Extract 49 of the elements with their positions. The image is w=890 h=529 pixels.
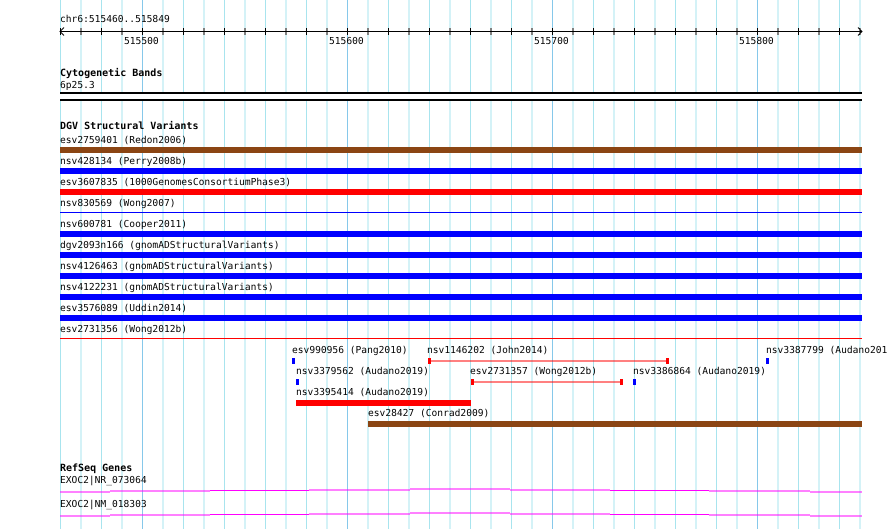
variant-line[interactable] [60,338,862,339]
variant-bar[interactable] [60,168,862,174]
variant-label[interactable]: esv2759401 (Redon2006) [60,135,862,147]
variant-label[interactable]: nsv3386864 (Audano2019) [633,366,766,378]
variant-label[interactable]: nsv3387799 (Audano201 [766,345,888,357]
variant-label[interactable]: esv3576089 (Uddin2014) [60,303,862,315]
location-label: chr6:515460..515849 [60,14,171,26]
track-title: RefSeq Genes [60,463,134,475]
variant-bar[interactable] [60,252,862,258]
variant-label[interactable]: dgv2093n166 (gnomADStructuralVariants) [60,240,862,252]
variant-interval[interactable] [471,379,623,385]
gene-label[interactable]: EXOC2|NM_018303 [60,499,862,511]
variant-label[interactable]: esv3607835 (1000GenomesConsortiumPhase3) [60,177,862,189]
track-title: Cytogenetic Bands [60,68,164,80]
variant-bar[interactable] [60,273,862,279]
variant-label[interactable]: nsv3395414 (Audano2019) [296,387,429,399]
variant-label[interactable]: nsv3379562 (Audano2019) [296,366,429,378]
variant-label[interactable]: esv2731356 (Wong2012b) [60,324,862,336]
variant-label[interactable]: esv990956 (Pang2010) [292,345,408,357]
band-label: 6p25.3 [60,80,96,92]
variant-marker[interactable] [296,379,299,385]
tick-label: 515800 [739,36,774,48]
variant-label[interactable]: nsv1146202 (John2014) [427,345,548,357]
gene-model-line[interactable] [60,512,862,516]
variant-marker[interactable] [633,379,636,385]
variant-label[interactable]: esv28427 (Conrad2009) [368,408,490,420]
gene-model-line[interactable] [60,488,862,492]
variant-bar[interactable] [60,189,862,195]
variant-marker[interactable] [766,358,769,364]
variant-bar[interactable] [296,400,471,406]
variant-label[interactable]: nsv428134 (Perry2008b) [60,156,862,168]
variant-bar[interactable] [60,231,862,237]
variant-label[interactable]: esv2731357 (Wong2012b) [470,366,598,378]
variant-bar[interactable] [60,294,862,300]
variant-label[interactable]: nsv830569 (Wong2007) [60,198,862,210]
variant-label[interactable]: nsv600781 (Cooper2011) [60,219,862,231]
variant-interval[interactable] [428,358,669,364]
variant-label[interactable]: nsv4122231 (gnomADStructuralVariants) [60,282,862,294]
variant-line[interactable] [60,212,862,213]
variant-marker[interactable] [292,358,295,364]
variant-bar[interactable] [60,315,862,321]
tick-label: 515500 [124,36,159,48]
variant-bar[interactable] [368,421,862,427]
variant-bar[interactable] [60,147,862,153]
track-title: DGV Structural Variants [60,121,200,133]
tick-label: 515600 [329,36,364,48]
variant-label[interactable]: nsv4126463 (gnomADStructuralVariants) [60,261,862,273]
gene-label[interactable]: EXOC2|NR_073064 [60,475,862,487]
tick-label: 515700 [534,36,569,48]
